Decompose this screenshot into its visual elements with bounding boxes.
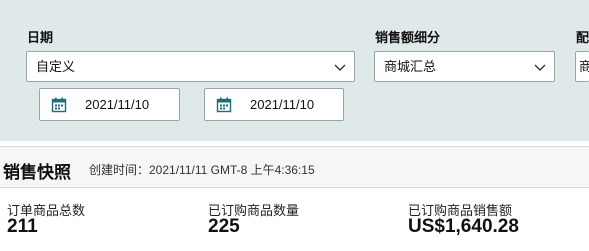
- sales-breakdown-label: 销售额细分: [375, 30, 441, 45]
- date-range-value: 自定义: [36, 59, 76, 74]
- total-order-items-value: 211: [7, 216, 38, 237]
- start-date-value: 2021/11/10: [85, 97, 150, 112]
- date-filter-label: 日期: [27, 30, 54, 45]
- fulfillment-select[interactable]: 商: [575, 51, 589, 82]
- date-range-select[interactable]: 自定义: [26, 51, 355, 82]
- sales-breakdown-select[interactable]: 商城汇总: [374, 51, 555, 82]
- created-time-label: 创建时间：2021/11/11 GMT-8 上午4:36:15: [89, 163, 315, 177]
- chevron-down-icon: [534, 64, 546, 71]
- sales-snapshot-header: 销售快照 创建时间：2021/11/11 GMT-8 上午4:36:15: [0, 146, 589, 188]
- fulfillment-filter-label: 配: [576, 30, 589, 45]
- end-date-value: 2021/11/10: [250, 97, 315, 112]
- chevron-down-icon: [334, 64, 346, 71]
- calendar-icon: [216, 97, 232, 112]
- page-title: 销售快照: [3, 163, 71, 182]
- end-date-field[interactable]: 2021/11/10: [204, 88, 344, 121]
- calendar-icon: [51, 97, 67, 112]
- end-date-calendar-button[interactable]: [205, 89, 243, 120]
- ordered-product-sales-value: US$1,640.28: [408, 216, 519, 237]
- units-ordered-value: 225: [208, 216, 240, 237]
- sales-breakdown-value: 商城汇总: [384, 59, 437, 74]
- start-date-field[interactable]: 2021/11/10: [39, 88, 180, 121]
- fulfillment-value: 商: [579, 59, 589, 74]
- start-date-calendar-button[interactable]: [40, 89, 78, 120]
- filter-panel: 日期 自定义 2021/11/10 2021/11/10 销售额细分 商城汇总 …: [0, 0, 589, 141]
